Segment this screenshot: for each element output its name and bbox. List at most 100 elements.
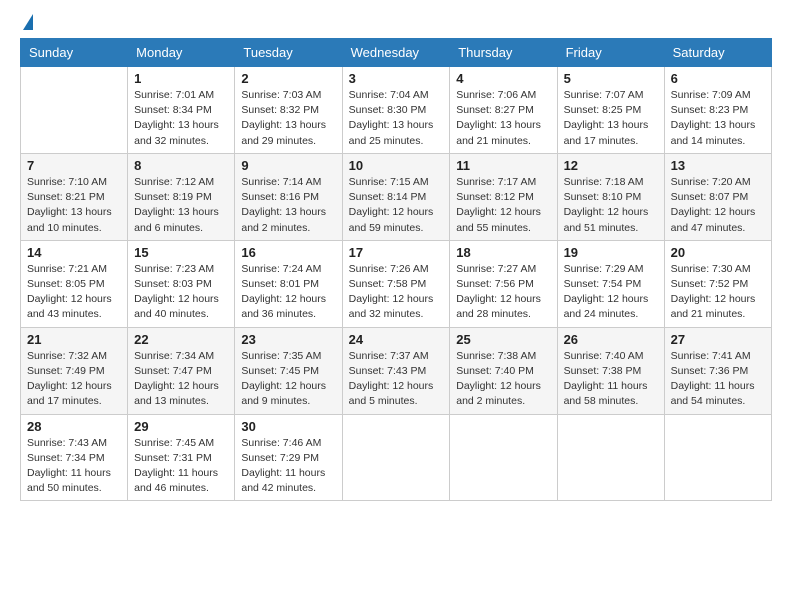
day-number: 16 xyxy=(241,245,335,260)
calendar-cell: 9 Sunrise: 7:14 AMSunset: 8:16 PMDaylight… xyxy=(235,153,342,240)
day-info: Sunrise: 7:06 AMSunset: 8:27 PMDaylight:… xyxy=(456,88,550,149)
day-number: 27 xyxy=(671,332,765,347)
calendar-cell: 23 Sunrise: 7:35 AMSunset: 7:45 PMDayligh… xyxy=(235,327,342,414)
day-info: Sunrise: 7:37 AMSunset: 7:43 PMDaylight:… xyxy=(349,349,444,410)
day-number: 7 xyxy=(27,158,121,173)
day-info: Sunrise: 7:35 AMSunset: 7:45 PMDaylight:… xyxy=(241,349,335,410)
day-number: 18 xyxy=(456,245,550,260)
day-number: 11 xyxy=(456,158,550,173)
day-info: Sunrise: 7:15 AMSunset: 8:14 PMDaylight:… xyxy=(349,175,444,236)
day-info: Sunrise: 7:17 AMSunset: 8:12 PMDaylight:… xyxy=(456,175,550,236)
day-info: Sunrise: 7:20 AMSunset: 8:07 PMDaylight:… xyxy=(671,175,765,236)
day-number: 20 xyxy=(671,245,765,260)
day-info: Sunrise: 7:40 AMSunset: 7:38 PMDaylight:… xyxy=(564,349,658,410)
calendar-cell: 19Sunrise: 7:29 AMSunset: 7:54 PMDayligh… xyxy=(557,240,664,327)
calendar-cell: 1Sunrise: 7:01 AMSunset: 8:34 PMDaylight… xyxy=(128,67,235,154)
weekday-header: Friday xyxy=(557,39,664,67)
day-info: Sunrise: 7:07 AMSunset: 8:25 PMDaylight:… xyxy=(564,88,658,149)
calendar-cell xyxy=(342,414,450,501)
calendar-cell xyxy=(450,414,557,501)
day-number: 2 xyxy=(241,71,335,86)
day-info: Sunrise: 7:09 AMSunset: 8:23 PMDaylight:… xyxy=(671,88,765,149)
day-number: 4 xyxy=(456,71,550,86)
day-number: 23 xyxy=(241,332,335,347)
calendar-cell: 12 Sunrise: 7:18 AMSunset: 8:10 PMDayligh… xyxy=(557,153,664,240)
day-number: 10 xyxy=(349,158,444,173)
day-number: 26 xyxy=(564,332,658,347)
calendar-cell: 15 Sunrise: 7:23 AMSunset: 8:03 PMDayligh… xyxy=(128,240,235,327)
day-info: Sunrise: 7:26 AMSunset: 7:58 PMDaylight:… xyxy=(349,262,444,323)
logo-triangle-icon xyxy=(23,14,33,30)
calendar-cell: 26 Sunrise: 7:40 AMSunset: 7:38 PMDayligh… xyxy=(557,327,664,414)
calendar-cell: 17Sunrise: 7:26 AMSunset: 7:58 PMDayligh… xyxy=(342,240,450,327)
day-info: Sunrise: 7:04 AMSunset: 8:30 PMDaylight:… xyxy=(349,88,444,149)
calendar-week-row: 21Sunrise: 7:32 AMSunset: 7:49 PMDayligh… xyxy=(21,327,772,414)
day-number: 12 xyxy=(564,158,658,173)
calendar-header-row: SundayMondayTuesdayWednesdayThursdayFrid… xyxy=(21,39,772,67)
calendar-cell: 11 Sunrise: 7:17 AMSunset: 8:12 PMDayligh… xyxy=(450,153,557,240)
day-info: Sunrise: 7:30 AMSunset: 7:52 PMDaylight:… xyxy=(671,262,765,323)
calendar-cell xyxy=(21,67,128,154)
day-info: Sunrise: 7:41 AMSunset: 7:36 PMDaylight:… xyxy=(671,349,765,410)
calendar-cell: 27 Sunrise: 7:41 AMSunset: 7:36 PMDayligh… xyxy=(664,327,771,414)
day-number: 25 xyxy=(456,332,550,347)
day-info: Sunrise: 7:21 AMSunset: 8:05 PMDaylight:… xyxy=(27,262,121,323)
day-info: Sunrise: 7:10 AMSunset: 8:21 PMDaylight:… xyxy=(27,175,121,236)
day-number: 3 xyxy=(349,71,444,86)
logo xyxy=(20,18,33,28)
day-number: 21 xyxy=(27,332,121,347)
calendar-cell: 21Sunrise: 7:32 AMSunset: 7:49 PMDayligh… xyxy=(21,327,128,414)
weekday-header: Monday xyxy=(128,39,235,67)
day-info: Sunrise: 7:38 AMSunset: 7:40 PMDaylight:… xyxy=(456,349,550,410)
calendar-cell: 13 Sunrise: 7:20 AMSunset: 8:07 PMDayligh… xyxy=(664,153,771,240)
calendar-cell: 5 Sunrise: 7:07 AMSunset: 8:25 PMDaylight… xyxy=(557,67,664,154)
day-info: Sunrise: 7:43 AMSunset: 7:34 PMDaylight:… xyxy=(27,436,121,497)
day-number: 29 xyxy=(134,419,228,434)
calendar-cell: 6 Sunrise: 7:09 AMSunset: 8:23 PMDaylight… xyxy=(664,67,771,154)
calendar-week-row: 28 Sunrise: 7:43 AMSunset: 7:34 PMDayligh… xyxy=(21,414,772,501)
day-info: Sunrise: 7:34 AMSunset: 7:47 PMDaylight:… xyxy=(134,349,228,410)
page-header xyxy=(20,18,772,28)
day-info: Sunrise: 7:45 AMSunset: 7:31 PMDaylight:… xyxy=(134,436,228,497)
day-number: 30 xyxy=(241,419,335,434)
day-number: 14 xyxy=(27,245,121,260)
calendar-cell: 18 Sunrise: 7:27 AMSunset: 7:56 PMDayligh… xyxy=(450,240,557,327)
calendar-cell: 16 Sunrise: 7:24 AMSunset: 8:01 PMDayligh… xyxy=(235,240,342,327)
day-number: 6 xyxy=(671,71,765,86)
calendar-week-row: 14 Sunrise: 7:21 AMSunset: 8:05 PMDayligh… xyxy=(21,240,772,327)
day-number: 5 xyxy=(564,71,658,86)
day-info: Sunrise: 7:12 AMSunset: 8:19 PMDaylight:… xyxy=(134,175,228,236)
day-info: Sunrise: 7:18 AMSunset: 8:10 PMDaylight:… xyxy=(564,175,658,236)
day-number: 13 xyxy=(671,158,765,173)
calendar-week-row: 1Sunrise: 7:01 AMSunset: 8:34 PMDaylight… xyxy=(21,67,772,154)
calendar-table: SundayMondayTuesdayWednesdayThursdayFrid… xyxy=(20,38,772,501)
calendar-cell xyxy=(557,414,664,501)
day-info: Sunrise: 7:46 AMSunset: 7:29 PMDaylight:… xyxy=(241,436,335,497)
weekday-header: Wednesday xyxy=(342,39,450,67)
day-info: Sunrise: 7:24 AMSunset: 8:01 PMDaylight:… xyxy=(241,262,335,323)
calendar-cell: 4 Sunrise: 7:06 AMSunset: 8:27 PMDaylight… xyxy=(450,67,557,154)
day-info: Sunrise: 7:23 AMSunset: 8:03 PMDaylight:… xyxy=(134,262,228,323)
calendar-cell: 10 Sunrise: 7:15 AMSunset: 8:14 PMDayligh… xyxy=(342,153,450,240)
calendar-cell: 8Sunrise: 7:12 AMSunset: 8:19 PMDaylight… xyxy=(128,153,235,240)
calendar-cell: 14 Sunrise: 7:21 AMSunset: 8:05 PMDayligh… xyxy=(21,240,128,327)
calendar-cell: 25 Sunrise: 7:38 AMSunset: 7:40 PMDayligh… xyxy=(450,327,557,414)
calendar-cell: 20 Sunrise: 7:30 AMSunset: 7:52 PMDayligh… xyxy=(664,240,771,327)
calendar-cell: 7 Sunrise: 7:10 AMSunset: 8:21 PMDaylight… xyxy=(21,153,128,240)
day-number: 9 xyxy=(241,158,335,173)
day-info: Sunrise: 7:14 AMSunset: 8:16 PMDaylight:… xyxy=(241,175,335,236)
day-number: 24 xyxy=(349,332,444,347)
day-number: 22 xyxy=(134,332,228,347)
calendar-cell xyxy=(664,414,771,501)
calendar-cell: 2 Sunrise: 7:03 AMSunset: 8:32 PMDaylight… xyxy=(235,67,342,154)
day-number: 15 xyxy=(134,245,228,260)
day-info: Sunrise: 7:27 AMSunset: 7:56 PMDaylight:… xyxy=(456,262,550,323)
day-number: 28 xyxy=(27,419,121,434)
weekday-header: Saturday xyxy=(664,39,771,67)
weekday-header: Sunday xyxy=(21,39,128,67)
weekday-header: Thursday xyxy=(450,39,557,67)
calendar-cell: 28 Sunrise: 7:43 AMSunset: 7:34 PMDayligh… xyxy=(21,414,128,501)
day-info: Sunrise: 7:03 AMSunset: 8:32 PMDaylight:… xyxy=(241,88,335,149)
day-number: 1 xyxy=(134,71,228,86)
calendar-cell: 22 Sunrise: 7:34 AMSunset: 7:47 PMDayligh… xyxy=(128,327,235,414)
